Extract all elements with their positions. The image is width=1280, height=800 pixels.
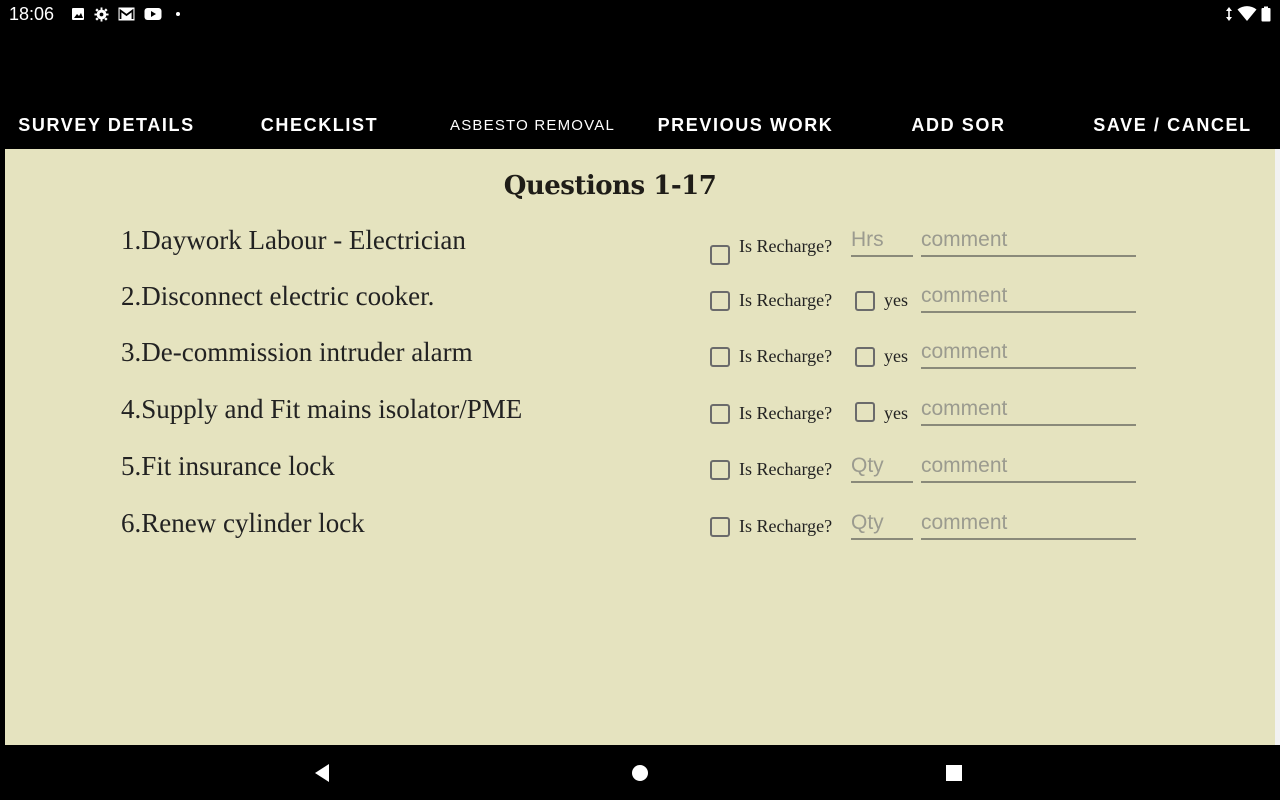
- system-status-icons: [1225, 6, 1271, 22]
- question-text: 3.De-commission intruder alarm: [121, 337, 473, 367]
- question-text: 5.Fit insurance lock: [121, 451, 335, 481]
- status-time: 18:06: [9, 4, 55, 24]
- yes-checkbox[interactable]: [855, 291, 875, 311]
- recharge-checkbox[interactable]: [710, 517, 730, 537]
- tab-bar: SURVEY DETAILS CHECKLIST ASBESTO REMOVAL…: [0, 102, 1280, 149]
- navigation-bar: [0, 745, 1280, 800]
- recharge-checkbox[interactable]: [710, 347, 730, 367]
- question-row: 1.Daywork Labour - Electrician Is Rechar…: [5, 225, 1275, 275]
- home-icon[interactable]: [629, 762, 651, 784]
- recharge-label: Is Recharge?: [739, 290, 833, 310]
- comment-field[interactable]: [921, 508, 1136, 540]
- recharge-label: Is Recharge?: [739, 403, 833, 423]
- settings-icon: [94, 6, 109, 22]
- tab-previous-work[interactable]: PREVIOUS WORK: [639, 102, 852, 149]
- recents-icon[interactable]: [944, 762, 964, 784]
- quantity-field[interactable]: [851, 451, 913, 483]
- recharge-label: Is Recharge?: [739, 236, 833, 256]
- tab-checklist[interactable]: CHECKLIST: [213, 102, 426, 149]
- quantity-field[interactable]: [851, 508, 913, 540]
- recharge-checkbox[interactable]: [710, 460, 730, 480]
- comment-field[interactable]: [921, 337, 1136, 369]
- image-icon: [72, 8, 84, 20]
- tab-add-sor[interactable]: ADD SOR: [852, 102, 1065, 149]
- question-row: 3.De-commission intruder alarm Is Rechar…: [5, 337, 1275, 387]
- app-bar: [0, 28, 1280, 102]
- question-text: 2.Disconnect electric cooker.: [121, 281, 435, 311]
- comment-field[interactable]: [921, 281, 1136, 313]
- content-edge: [1275, 149, 1280, 745]
- comment-field[interactable]: [921, 225, 1136, 257]
- question-row: 4.Supply and Fit mains isolator/PME Is R…: [5, 394, 1275, 444]
- recharge-checkbox[interactable]: [710, 404, 730, 424]
- hours-field[interactable]: [851, 225, 913, 257]
- tab-survey-details[interactable]: SURVEY DETAILS: [0, 102, 213, 149]
- yes-label: yes: [884, 346, 908, 366]
- comment-field[interactable]: [921, 451, 1136, 483]
- question-text: 4.Supply and Fit mains isolator/PME: [121, 394, 523, 424]
- yes-checkbox[interactable]: [855, 402, 875, 422]
- youtube-icon: [144, 8, 162, 20]
- wifi-icon: [1237, 6, 1257, 21]
- section-title: Questions 1-17: [503, 171, 717, 201]
- recharge-label: Is Recharge?: [739, 516, 833, 536]
- question-row: 6.Renew cylinder lock Is Recharge?: [5, 508, 1275, 558]
- recharge-label: Is Recharge?: [739, 346, 833, 366]
- data-arrows-icon: [1226, 7, 1232, 21]
- question-row: 2.Disconnect electric cooker. Is Recharg…: [5, 281, 1275, 331]
- question-row: 5.Fit insurance lock Is Recharge?: [5, 451, 1275, 501]
- notification-icons: [71, 6, 185, 22]
- dot-icon: [176, 12, 180, 16]
- comment-field[interactable]: [921, 394, 1136, 426]
- tab-save-cancel[interactable]: SAVE / CANCEL: [1065, 102, 1280, 149]
- yes-checkbox[interactable]: [855, 347, 875, 367]
- status-bar: 18:06: [0, 0, 1280, 28]
- yes-label: yes: [884, 290, 908, 310]
- gmail-icon: [118, 7, 135, 21]
- recharge-checkbox[interactable]: [710, 291, 730, 311]
- back-icon[interactable]: [312, 762, 332, 784]
- yes-label: yes: [884, 403, 908, 423]
- question-text: 6.Renew cylinder lock: [121, 508, 365, 538]
- tab-asbesto-removal[interactable]: ASBESTO REMOVAL: [426, 102, 639, 149]
- battery-icon: [1261, 6, 1271, 22]
- checklist-content: Questions 1-17 1.Daywork Labour - Electr…: [5, 149, 1275, 745]
- recharge-checkbox[interactable]: [710, 245, 730, 265]
- recharge-label: Is Recharge?: [739, 459, 833, 479]
- question-text: 1.Daywork Labour - Electrician: [121, 225, 466, 255]
